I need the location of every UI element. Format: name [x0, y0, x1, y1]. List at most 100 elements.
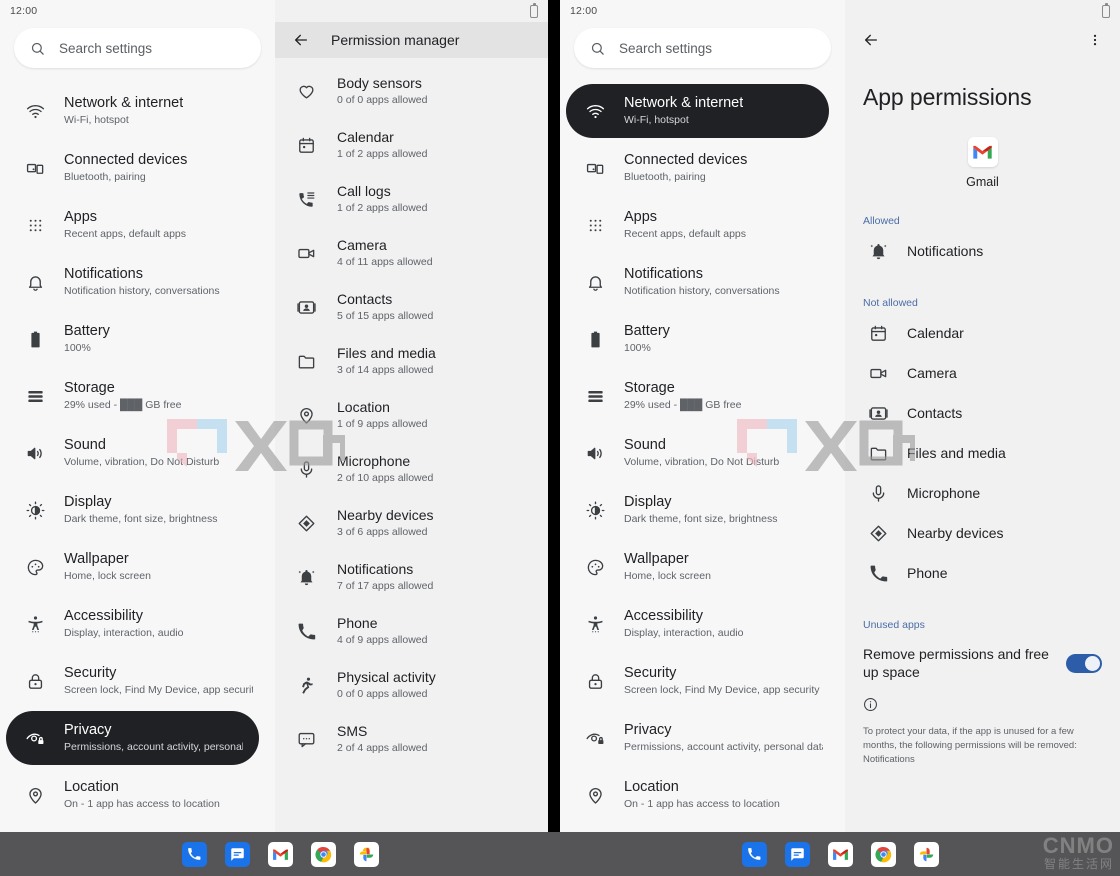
settings-row-subtitle: Volume, vibration, Do Not Disturb — [64, 456, 220, 468]
phone-app-icon[interactable] — [741, 841, 767, 867]
bell-icon — [580, 273, 610, 292]
permission-row-location[interactable]: Location 1 of 9 apps allowed — [275, 388, 548, 442]
app-permissions-appbar — [845, 22, 1120, 62]
settings-row-text: Location On - 1 app has access to locatio… — [624, 779, 780, 811]
settings-row-title: Network & internet — [624, 95, 744, 111]
settings-row-notifications[interactable]: Notifications Notification history, conve… — [6, 255, 269, 309]
permission-row-microphone[interactable]: Microphone 2 of 10 apps allowed — [275, 442, 548, 496]
settings-row-display[interactable]: Display Dark theme, font size, brightness — [6, 483, 269, 537]
permission-row-title: Files and media — [337, 345, 436, 361]
permission-row-title: Call logs — [337, 183, 391, 199]
settings-row-location[interactable]: Location On - 1 app has access to locatio… — [6, 768, 269, 822]
settings-row-sound[interactable]: Sound Volume, vibration, Do Not Disturb — [566, 426, 839, 480]
settings-row-accessibility[interactable]: Accessibility Display, interaction, audio — [6, 597, 269, 651]
settings-row-security[interactable]: Security Screen lock, Find My Device, app… — [566, 654, 839, 708]
settings-row-location[interactable]: Location On - 1 app has access to locatio… — [566, 768, 839, 822]
settings-row-title: Display — [64, 494, 112, 510]
bell-icon — [20, 273, 50, 292]
messages-app-icon[interactable] — [224, 841, 250, 867]
settings-row-subtitle: On - 1 app has access to location — [624, 798, 780, 810]
settings-row-text: Notifications Notification history, conve… — [64, 266, 220, 298]
app-permission-row-calendar[interactable]: Calendar — [845, 313, 1120, 353]
settings-row-privacy[interactable]: Privacy Permissions, account activity, pe… — [6, 711, 259, 765]
permission-row-sms[interactable]: SMS 2 of 4 apps allowed — [275, 712, 548, 766]
remove-permissions-toggle[interactable] — [1066, 653, 1102, 673]
settings-row-sound[interactable]: Sound Volume, vibration, Do Not Disturb — [6, 426, 269, 480]
permission-row-subtitle: 1 of 2 apps allowed — [337, 202, 428, 214]
settings-row-title: Storage — [624, 380, 675, 396]
phone-app-icon[interactable] — [181, 841, 207, 867]
settings-row-subtitle: Screen lock, Find My Device, app securit… — [64, 684, 253, 696]
permission-row-title: Phone — [337, 615, 378, 631]
app-permission-row-files-and-media[interactable]: Files and media — [845, 433, 1120, 473]
settings-row-connected-devices[interactable]: Connected devices Bluetooth, pairing — [566, 141, 839, 195]
app-permission-row-notifications[interactable]: Notifications — [845, 231, 1120, 271]
permission-row-call-logs[interactable]: Call logs 1 of 2 apps allowed — [275, 172, 548, 226]
settings-row-notifications[interactable]: Notifications Notification history, conve… — [566, 255, 839, 309]
photos-app-icon[interactable] — [353, 841, 379, 867]
settings-row-subtitle: Dark theme, font size, brightness — [624, 513, 778, 525]
battery-icon — [1102, 2, 1110, 18]
permission-row-phone[interactable]: Phone 4 of 9 apps allowed — [275, 604, 548, 658]
settings-row-subtitle: Bluetooth, pairing — [64, 171, 146, 183]
settings-row-apps[interactable]: Apps Recent apps, default apps — [566, 198, 839, 252]
permission-row-files-and-media[interactable]: Files and media 3 of 14 apps allowed — [275, 334, 548, 388]
permission-row-physical-activity[interactable]: Physical activity 0 of 0 apps allowed — [275, 658, 548, 712]
settings-row-storage[interactable]: Storage 29% used - ███ GB free — [6, 369, 269, 423]
permission-row-notifications[interactable]: Notifications 7 of 17 apps allowed — [275, 550, 548, 604]
settings-row-title: Connected devices — [624, 152, 748, 168]
more-vert-icon[interactable] — [1088, 33, 1102, 52]
settings-row-storage[interactable]: Storage 29% used - ███ GB free — [566, 369, 839, 423]
bell-ring-icon — [291, 568, 321, 587]
app-permission-row-microphone[interactable]: Microphone — [845, 473, 1120, 513]
settings-row-text: Network & internet Wi-Fi, hotspot — [624, 95, 743, 127]
settings-row-title: Wallpaper — [64, 551, 129, 567]
settings-row-subtitle: Display, interaction, audio — [624, 627, 744, 639]
gmail-app-icon[interactable] — [827, 841, 853, 867]
settings-row-text: Location On - 1 app has access to locatio… — [64, 779, 220, 811]
app-permission-row-phone[interactable]: Phone — [845, 553, 1120, 593]
app-permission-row-contacts[interactable]: Contacts — [845, 393, 1120, 433]
permission-row-calendar[interactable]: Calendar 1 of 2 apps allowed — [275, 118, 548, 172]
settings-row-battery[interactable]: Battery 100% — [6, 312, 269, 366]
settings-row-display[interactable]: Display Dark theme, font size, brightness — [566, 483, 839, 537]
location-pin-icon — [291, 406, 321, 425]
panel-divider — [548, 0, 560, 876]
settings-row-network-internet[interactable]: Network & internet Wi-Fi, hotspot — [566, 84, 829, 138]
permission-row-subtitle: 3 of 14 apps allowed — [337, 364, 434, 376]
settings-row-title: Location — [64, 779, 119, 795]
permission-row-camera[interactable]: Camera 4 of 11 apps allowed — [275, 226, 548, 280]
gmail-app-icon[interactable] — [267, 841, 293, 867]
calendar-icon — [291, 136, 321, 155]
chrome-app-icon[interactable] — [870, 841, 896, 867]
chrome-app-icon[interactable] — [310, 841, 336, 867]
settings-row-accessibility[interactable]: Accessibility Display, interaction, audio — [566, 597, 839, 651]
settings-row-subtitle: Recent apps, default apps — [624, 228, 747, 240]
app-permission-row-camera[interactable]: Camera — [845, 353, 1120, 393]
back-arrow-icon[interactable] — [863, 32, 879, 53]
nav-apps-left — [0, 832, 560, 876]
permission-row-contacts[interactable]: Contacts 5 of 15 apps allowed — [275, 280, 548, 334]
permission-row-text: Physical activity 0 of 0 apps allowed — [337, 669, 436, 701]
photos-app-icon[interactable] — [913, 841, 939, 867]
permission-row-nearby-devices[interactable]: Nearby devices 3 of 6 apps allowed — [275, 496, 548, 550]
settings-row-wallpaper[interactable]: Wallpaper Home, lock screen — [6, 540, 269, 594]
settings-row-connected-devices[interactable]: Connected devices Bluetooth, pairing — [6, 141, 269, 195]
messages-app-icon[interactable] — [784, 841, 810, 867]
permission-row-body-sensors[interactable]: Body sensors 0 of 0 apps allowed — [275, 64, 548, 118]
settings-row-privacy[interactable]: Privacy Permissions, account activity, pe… — [566, 711, 839, 765]
settings-row-battery[interactable]: Battery 100% — [566, 312, 839, 366]
settings-row-text: Privacy Permissions, account activity, pe… — [64, 722, 243, 754]
back-arrow-icon[interactable] — [293, 32, 309, 48]
search-input-2[interactable]: Search settings — [574, 28, 831, 68]
remove-permissions-row[interactable]: Remove permissions and free up space — [845, 635, 1120, 681]
settings-row-wallpaper[interactable]: Wallpaper Home, lock screen — [566, 540, 839, 594]
permission-group-label: Not allowed — [863, 297, 918, 309]
settings-row-apps[interactable]: Apps Recent apps, default apps — [6, 198, 269, 252]
settings-row-security[interactable]: Security Screen lock, Find My Device, app… — [6, 654, 269, 708]
folder-icon — [291, 352, 321, 371]
search-input[interactable]: Search settings — [14, 28, 261, 68]
app-permission-row-nearby-devices[interactable]: Nearby devices — [845, 513, 1120, 553]
settings-row-network-internet[interactable]: Network & internet Wi-Fi, hotspot — [6, 84, 269, 138]
search-icon — [30, 41, 45, 56]
